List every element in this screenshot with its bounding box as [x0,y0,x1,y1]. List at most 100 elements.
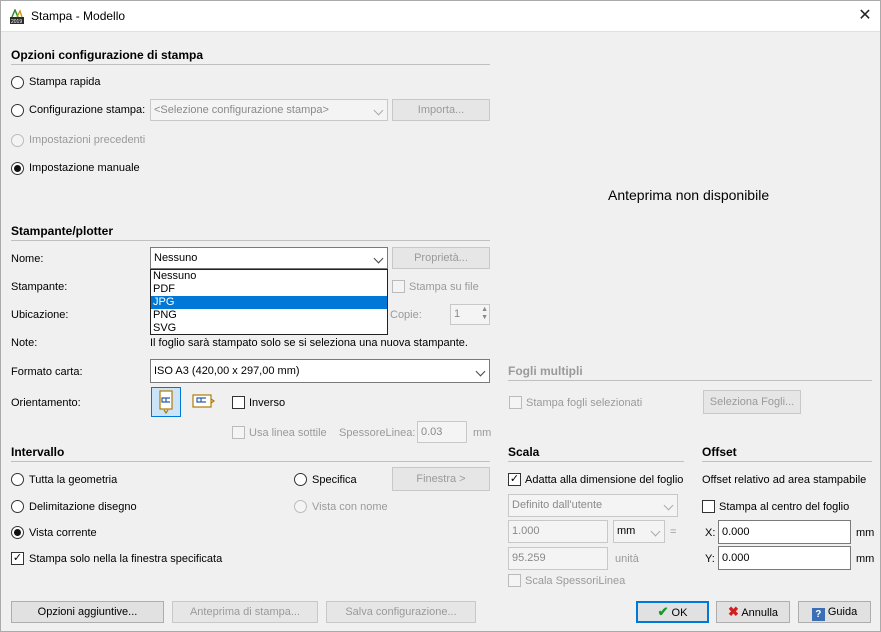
copies-label: Copie: [390,309,422,321]
scale-unit-select[interactable]: mm [613,520,665,543]
print-to-file-label: Stampa su file [409,281,479,293]
line-thickness-input[interactable]: 0.03 [417,421,467,443]
radio-drawing-extents[interactable] [11,500,24,513]
title-bar: 2019 Stampa - Modello ✕ [1,1,880,32]
fit-to-paper-label: Adatta alla dimensione del foglio [525,474,684,486]
scale-mm-input[interactable]: 1.000 [508,520,608,543]
radio-named-view-label: Vista con nome [312,501,388,513]
window-button[interactable]: Finestra > [392,467,490,491]
scale-select[interactable]: Definito dall'utente [508,494,678,517]
print-config-value: <Selezione configurazione stampa> [154,104,329,116]
dropdown-option[interactable]: PDF [151,283,387,296]
landscape-orientation-icon[interactable] [189,387,219,417]
help-icon: ? [811,608,825,621]
section-print-options-title: Opzioni configurazione di stampa [11,48,204,62]
more-options-button[interactable]: Opzioni aggiuntive... [11,601,164,623]
radio-all-geometry-label: Tutta la geometria [29,474,118,486]
center-plot-label: Stampa al centro del foglio [719,501,850,513]
dropdown-option[interactable]: SVG [151,322,387,335]
scale-value: Definito dall'utente [512,499,603,511]
cancel-button[interactable]: ✖ Annulla [716,601,790,623]
scale-lineweights-label: Scala SpessoriLinea [525,575,626,587]
radio-manual-settings-label: Impostazione manuale [29,162,140,174]
paper-size-label: Formato carta: [11,366,83,378]
help-button[interactable]: ? Guida [798,601,871,623]
save-config-button[interactable]: Salva configurazione... [326,601,476,623]
portrait-orientation-icon[interactable] [151,387,181,417]
center-plot-checkbox[interactable] [702,500,715,513]
section-range-title: Intervallo [11,445,65,459]
printer-label: Stampante: [11,281,68,293]
orientation-label: Orientamento: [11,397,81,409]
copies-stepper[interactable]: 1 ▲ ▼ [450,304,490,325]
cancel-x-icon: ✖ [727,604,739,619]
divider [11,461,490,462]
plot-preview-button[interactable]: Anteprima di stampa... [172,601,318,623]
chevron-down-icon [472,361,489,383]
dropdown-option[interactable]: PNG [151,309,387,322]
svg-text:2019: 2019 [11,19,22,25]
divider [11,240,490,241]
properties-button[interactable]: Proprietà... [392,247,490,269]
radio-current-view[interactable] [11,526,24,539]
section-multiple-sheets-title: Fogli multipli [508,364,583,378]
radio-named-view[interactable] [294,500,307,513]
dropdown-option-selected[interactable]: JPG [151,296,387,309]
radio-specific[interactable] [294,473,307,486]
line-thickness-label: SpessoreLinea: [339,427,416,439]
reverse-checkbox[interactable] [232,396,245,409]
copies-value: 1 [454,308,461,320]
radio-specific-label: Specifica [312,474,357,486]
fit-to-paper-checkbox[interactable]: ✓ [508,473,521,486]
scale-units-input[interactable]: 95.259 [508,547,608,570]
offset-x-input[interactable]: 0.000 [718,520,851,544]
chevron-down-icon [370,248,387,268]
print-selected-sheets-checkbox[interactable] [509,396,522,409]
thin-line-checkbox[interactable] [232,426,245,439]
paper-size-value: ISO A3 (420,00 x 297,00 mm) [154,365,300,377]
preview-unavailable-text: Anteprima non disponibile [608,187,770,203]
scale-unit-value: mm [617,525,636,537]
paper-size-select[interactable]: ISO A3 (420,00 x 297,00 mm) [150,359,490,383]
stepper-arrows-icon[interactable]: ▲ ▼ [481,306,488,322]
radio-print-config[interactable] [11,104,24,117]
section-printer-title: Stampante/plotter [11,224,114,238]
dropdown-option[interactable]: Nessuno [151,270,387,283]
radio-all-geometry[interactable] [11,473,24,486]
chevron-down-icon [647,521,664,542]
thin-line-label: Usa linea sottile [249,427,327,439]
radio-previous-settings[interactable] [11,134,24,147]
divider [11,64,490,65]
ok-button[interactable]: ✔ OK [636,601,709,623]
window-title: Stampa - Modello [31,9,126,23]
cancel-label: Annulla [741,607,779,619]
offset-y-input[interactable]: 0.000 [718,546,851,570]
print-within-window-label: Stampa solo nella la finestra specificat… [29,553,223,565]
close-icon[interactable]: ✕ [853,5,877,27]
check-icon: ✔ [657,604,669,619]
divider [508,380,872,381]
print-config-select[interactable]: <Selezione configurazione stampa> [150,99,388,121]
scale-units-label: unità [615,553,639,565]
radio-drawing-extents-label: Delimitazione disegno [29,501,137,513]
print-to-file-checkbox[interactable] [392,280,405,293]
reverse-label: Inverso [249,397,286,409]
chevron-down-icon [370,100,387,120]
import-button[interactable]: Importa... [392,99,490,121]
radio-manual-settings[interactable] [11,162,24,175]
print-within-window-checkbox[interactable]: ✓ [11,552,24,565]
print-selected-sheets-label: Stampa fogli selezionati [526,397,643,409]
radio-quick-print[interactable] [11,76,24,89]
ok-label: OK [671,607,688,619]
printer-name-value: Nessuno [154,252,198,264]
printer-name-select[interactable]: Nessuno [150,247,388,269]
chevron-down-icon [660,495,677,516]
section-scale-title: Scala [508,445,540,459]
radio-print-config-label: Configurazione stampa: [29,104,146,116]
location-label: Ubicazione: [11,309,69,321]
scale-lineweights-checkbox[interactable] [508,574,521,587]
printer-dropdown-list: Nessuno PDF JPG PNG SVG [150,269,388,335]
help-label: Guida [827,606,858,618]
select-sheets-button[interactable]: Seleziona Fogli... [703,390,801,414]
print-dialog: 2019 Stampa - Modello ✕ Opzioni configur… [0,0,881,632]
